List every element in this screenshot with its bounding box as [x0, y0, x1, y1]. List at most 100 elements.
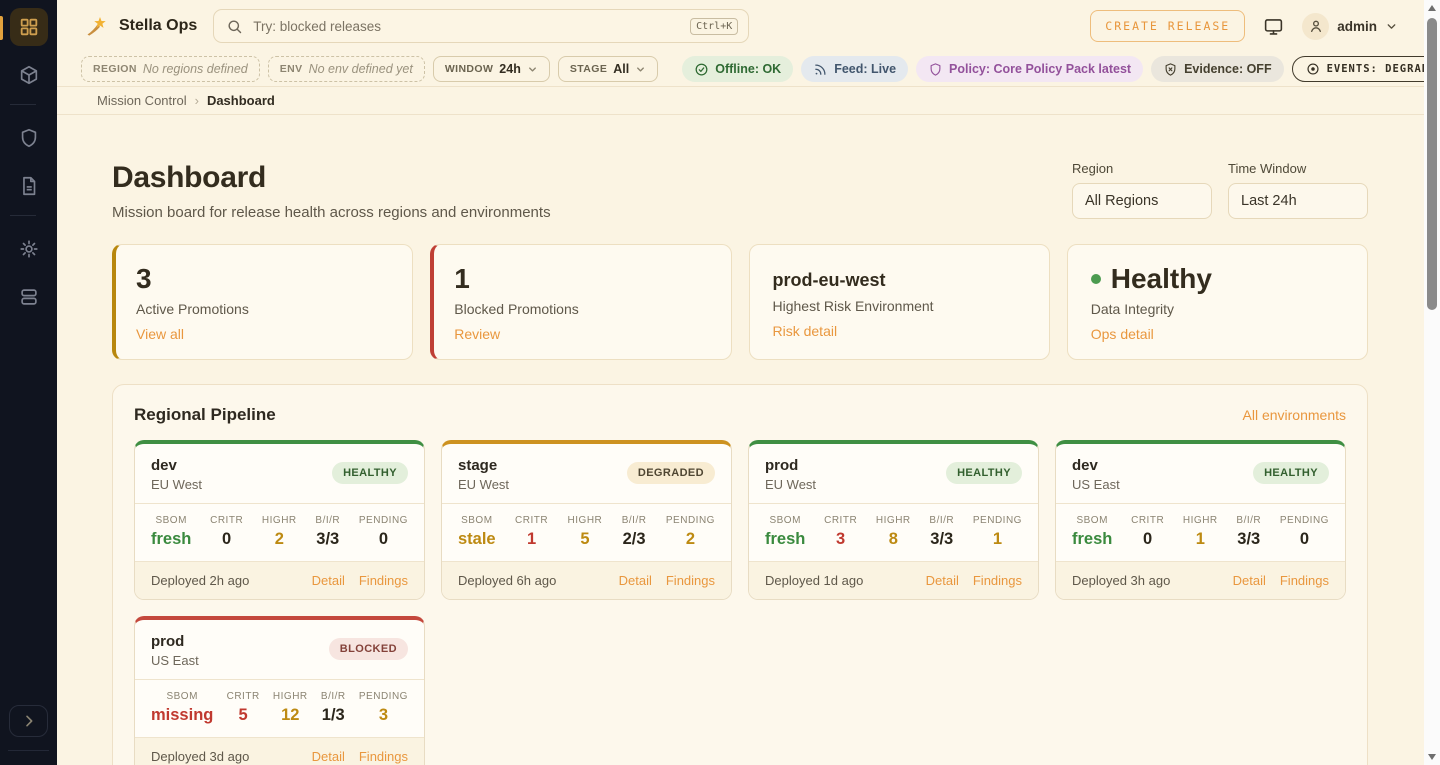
stat-link[interactable]: Review — [454, 326, 500, 342]
pipeline-metrics: SBOMmissingCRITR5HIGHR12B/I/R1/3PENDING3 — [135, 679, 424, 738]
pipeline-card: dev US East HEALTHY SBOMfreshCRITR0HIGHR… — [1055, 440, 1346, 600]
search-input[interactable] — [243, 19, 690, 34]
metric-label: CRITR — [210, 515, 243, 526]
status-pill-label: Offline: OK — [715, 62, 781, 76]
sidebar-item-infrastructure[interactable] — [10, 278, 48, 316]
scroll-up-arrow[interactable] — [1428, 5, 1436, 11]
pipeline-env-name: stage — [458, 457, 509, 474]
metric-label: PENDING — [359, 515, 408, 526]
sidebar-item-security[interactable] — [10, 119, 48, 157]
global-search[interactable]: Ctrl+K — [213, 9, 749, 43]
pipeline-card-links: Detail Findings — [312, 749, 408, 764]
findings-link[interactable]: Findings — [1280, 573, 1329, 588]
time-window-select-label: Time Window — [1228, 161, 1368, 176]
pipeline-title: Regional Pipeline — [134, 405, 276, 425]
metric-value: 1/3 — [321, 706, 346, 725]
status-pill-policy[interactable]: Policy: Core Policy Pack latest — [916, 56, 1143, 82]
detail-link[interactable]: Detail — [926, 573, 959, 588]
detail-link[interactable]: Detail — [312, 573, 345, 588]
scroll-down-arrow[interactable] — [1428, 754, 1436, 760]
status-pill-feed[interactable]: Feed: Live — [801, 56, 908, 82]
user-menu[interactable]: admin — [1302, 13, 1398, 40]
all-environments-link[interactable]: All environments — [1243, 407, 1347, 423]
metric-label: CRITR — [1131, 515, 1164, 526]
stat-link[interactable]: Ops detail — [1091, 326, 1154, 342]
time-window-select[interactable]: Last 24h — [1228, 183, 1368, 219]
shield-icon — [18, 127, 40, 149]
monitor-icon[interactable] — [1263, 16, 1284, 37]
metric-label: HIGHR — [876, 515, 911, 526]
app-title: Stella Ops — [119, 17, 197, 35]
person-icon — [1308, 18, 1324, 34]
vertical-scrollbar[interactable] — [1424, 0, 1440, 765]
stage-filter-chip[interactable]: STAGE All — [558, 56, 658, 82]
pipeline-env-name: prod — [765, 457, 816, 474]
user-name: admin — [1337, 19, 1377, 34]
sidebar-item-releases[interactable] — [10, 56, 48, 94]
page-title: Dashboard — [112, 161, 551, 195]
deployed-time: Deployed 3d ago — [151, 749, 249, 764]
detail-link[interactable]: Detail — [312, 749, 345, 764]
pipeline-env-name: dev — [151, 457, 202, 474]
stat-value: 3 — [136, 262, 389, 296]
scrollbar-thumb[interactable] — [1427, 18, 1437, 310]
metric-label: B/I/R — [315, 515, 340, 526]
metric-label: PENDING — [359, 691, 408, 702]
stat-card: 1 Blocked Promotions Review — [430, 244, 731, 360]
status-badge: HEALTHY — [946, 462, 1022, 484]
events-pill-label: EVENTS: DEGRADED — [1327, 63, 1440, 75]
comet-icon — [85, 14, 109, 38]
pipeline-metrics: SBOMfreshCRITR0HIGHR2B/I/R3/3PENDING0 — [135, 503, 424, 562]
metric-value: 2 — [262, 530, 297, 549]
detail-link[interactable]: Detail — [619, 573, 652, 588]
status-pill-offline[interactable]: Offline: OK — [682, 56, 793, 82]
metric-critr: CRITR0 — [1131, 515, 1164, 549]
region-filter-chip[interactable]: REGION No regions defined — [81, 56, 260, 82]
sidebar-expand-button[interactable] — [9, 705, 48, 737]
create-release-button[interactable]: CREATE RELEASE — [1090, 10, 1245, 42]
avatar — [1302, 13, 1329, 40]
grid-icon — [18, 16, 40, 38]
sidebar-item-dashboard[interactable] — [10, 8, 48, 46]
metric-highr: HIGHR2 — [262, 515, 297, 549]
metric-label: HIGHR — [1183, 515, 1218, 526]
metric-sbom: SBOMfresh — [765, 515, 805, 549]
env-chip-label: ENV — [280, 63, 303, 75]
breadcrumb-current: Dashboard — [207, 93, 275, 108]
region-chip-label: REGION — [93, 63, 137, 75]
page-filters: Region All Regions Time Window Last 24h — [1072, 161, 1368, 219]
topbar-actions: CREATE RELEASE admin — [1090, 10, 1398, 42]
findings-link[interactable]: Findings — [666, 573, 715, 588]
stat-label: Highest Risk Environment — [773, 298, 1026, 314]
sidebar-item-settings[interactable] — [10, 230, 48, 268]
metric-value: 3 — [824, 530, 857, 549]
region-select[interactable]: All Regions — [1072, 183, 1212, 219]
stat-link[interactable]: Risk detail — [773, 323, 838, 339]
document-icon — [18, 175, 40, 197]
findings-link[interactable]: Findings — [973, 573, 1022, 588]
env-filter-chip[interactable]: ENV No env defined yet — [268, 56, 425, 82]
stat-link[interactable]: View all — [136, 326, 184, 342]
status-pill-label: Policy: Core Policy Pack latest — [949, 62, 1131, 76]
detail-link[interactable]: Detail — [1233, 573, 1266, 588]
page-content: Dashboard Mission board for release heal… — [57, 115, 1424, 765]
stat-label: Blocked Promotions — [454, 301, 707, 317]
main-column: Stella Ops Ctrl+K CREATE RELEASE admin — [57, 0, 1424, 765]
events-status-pill[interactable]: EVENTS: DEGRADED — [1292, 56, 1440, 82]
keyboard-shortcut-badge: Ctrl+K — [690, 18, 738, 35]
search-icon — [226, 18, 243, 35]
pipeline-metrics: SBOMfreshCRITR3HIGHR8B/I/R3/3PENDING1 — [749, 503, 1038, 562]
metric-value: fresh — [151, 530, 191, 549]
metric-b-i-r: B/I/R3/3 — [1236, 515, 1261, 549]
pipeline-region: EU West — [151, 477, 202, 492]
window-filter-chip[interactable]: WINDOW 24h — [433, 56, 550, 82]
findings-link[interactable]: Findings — [359, 573, 408, 588]
metric-value: 5 — [568, 530, 603, 549]
sidebar-item-documents[interactable] — [10, 167, 48, 205]
metric-label: B/I/R — [622, 515, 647, 526]
metric-pending: PENDING2 — [666, 515, 715, 549]
status-pill-evidence[interactable]: Evidence: OFF — [1151, 56, 1284, 82]
findings-link[interactable]: Findings — [359, 749, 408, 764]
breadcrumb-parent[interactable]: Mission Control — [97, 93, 187, 108]
stat-card: 3 Active Promotions View all — [112, 244, 413, 360]
